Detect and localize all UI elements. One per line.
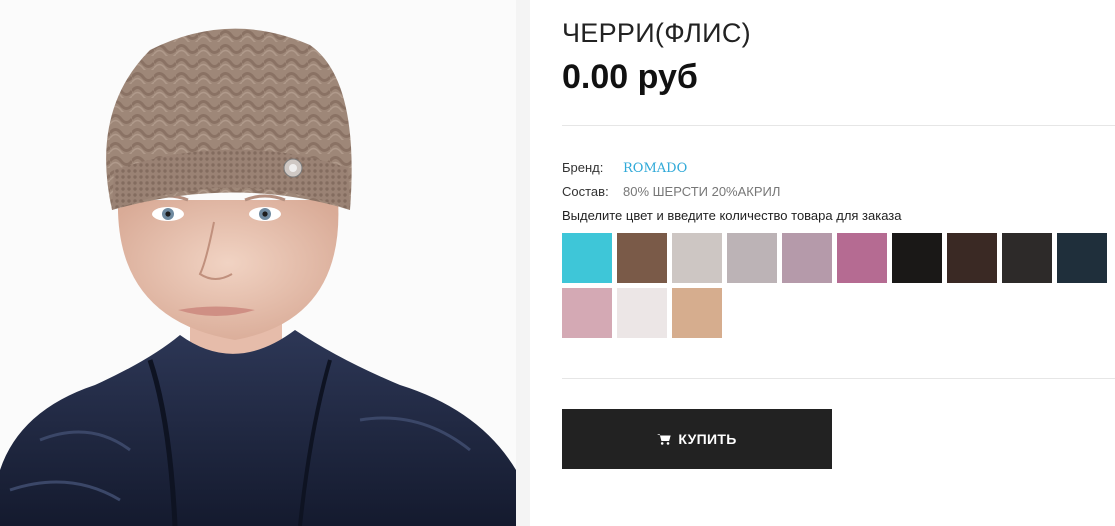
- product-photo-illustration: [0, 0, 516, 526]
- color-swatch[interactable]: [1002, 233, 1052, 283]
- product-title: ЧЕРРИ(ФЛИС): [562, 18, 751, 48]
- cart-icon: [657, 433, 672, 445]
- product-details: ЧЕРРИ(ФЛИС) 0.00 руб Бренд: ROMADO Состав…: [562, 0, 1115, 526]
- color-instruction: Выделите цвет и введите количество товар…: [562, 208, 902, 223]
- composition-value: 80% ШЕРСТИ 20%АКРИЛ: [623, 184, 781, 199]
- composition-label: Состав:: [562, 184, 609, 199]
- color-swatch[interactable]: [947, 233, 997, 283]
- buy-button[interactable]: КУПИТЬ: [562, 409, 832, 469]
- color-swatch[interactable]: [617, 288, 667, 338]
- gallery-divider: [516, 0, 530, 526]
- color-swatch[interactable]: [1057, 233, 1107, 283]
- brand-link[interactable]: ROMADO: [623, 161, 687, 176]
- product-price: 0.00 руб: [562, 58, 698, 96]
- color-swatch[interactable]: [672, 233, 722, 283]
- color-swatch[interactable]: [617, 233, 667, 283]
- color-swatch[interactable]: [672, 288, 722, 338]
- color-swatch[interactable]: [892, 233, 942, 283]
- color-swatch[interactable]: [837, 233, 887, 283]
- color-swatch[interactable]: [562, 288, 612, 338]
- composition-row: Состав: 80% ШЕРСТИ 20%АКРИЛ: [562, 184, 780, 199]
- buy-button-label: КУПИТЬ: [678, 431, 737, 447]
- divider-top: [562, 125, 1115, 126]
- color-swatch[interactable]: [782, 233, 832, 283]
- product-image[interactable]: [0, 0, 516, 526]
- divider-bottom: [562, 378, 1115, 379]
- product-gallery: [0, 0, 530, 526]
- brand-row: Бренд: ROMADO: [562, 160, 687, 176]
- brand-label: Бренд:: [562, 160, 604, 175]
- color-swatch[interactable]: [562, 233, 612, 283]
- color-swatch[interactable]: [727, 233, 777, 283]
